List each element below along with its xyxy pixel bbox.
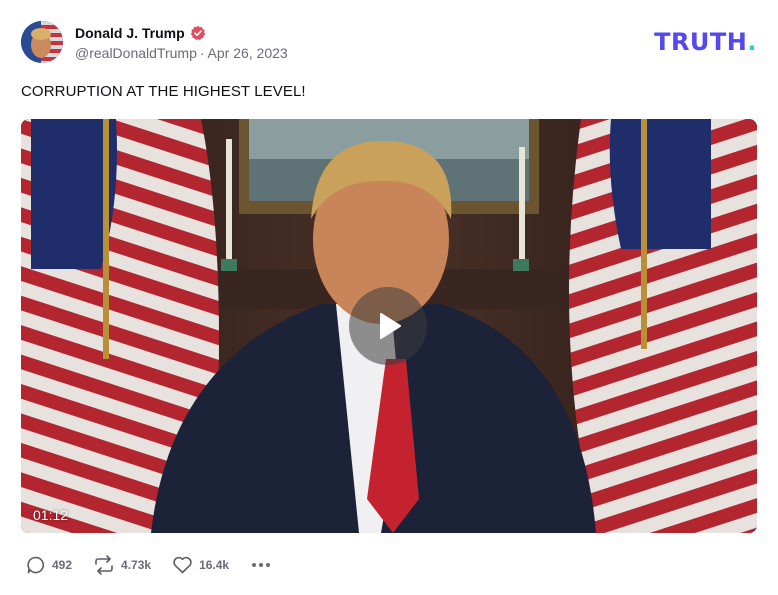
more-icon [252,563,257,567]
retruth-count: 4.73k [121,558,152,572]
reply-count: 492 [52,558,73,572]
author-handle[interactable]: @realDonaldTrump [75,45,197,61]
display-name[interactable]: Donald J. Trump [75,25,185,41]
post-actions: 492 4.73k 16.4k [26,553,272,577]
retruth-button[interactable]: 4.73k [93,555,151,575]
truth-logo-text: TRUTH [654,28,748,56]
post-date[interactable]: Apr 26, 2023 [208,45,288,61]
verified-badge-icon [190,25,205,40]
truth-logo-dot: . [747,28,757,56]
avatar[interactable] [21,21,63,63]
avatar-image [21,21,63,63]
truth-post: Donald J. Trump @realDonaldTrump · Apr 26,… [0,0,778,595]
heart-icon [173,556,192,574]
like-count: 16.4k [199,558,230,572]
author-name-row: Donald J. Trump [75,23,206,43]
truth-logo[interactable]: TRUTH. [654,28,757,56]
like-button[interactable]: 16.4k [172,555,229,575]
reply-icon [27,556,45,574]
post-text: CORRUPTION AT THE HIGHEST LEVEL! [21,83,306,100]
play-icon [380,313,401,339]
video-player[interactable]: 01:12 [21,119,757,533]
more-options-button[interactable] [250,559,272,571]
reply-button[interactable]: 492 [26,555,72,575]
play-button[interactable] [349,287,427,365]
author-meta: @realDonaldTrump · Apr 26, 2023 [75,45,288,61]
video-duration: 01:12 [33,507,69,523]
meta-separator: · [199,45,205,61]
retruth-icon [95,555,113,575]
